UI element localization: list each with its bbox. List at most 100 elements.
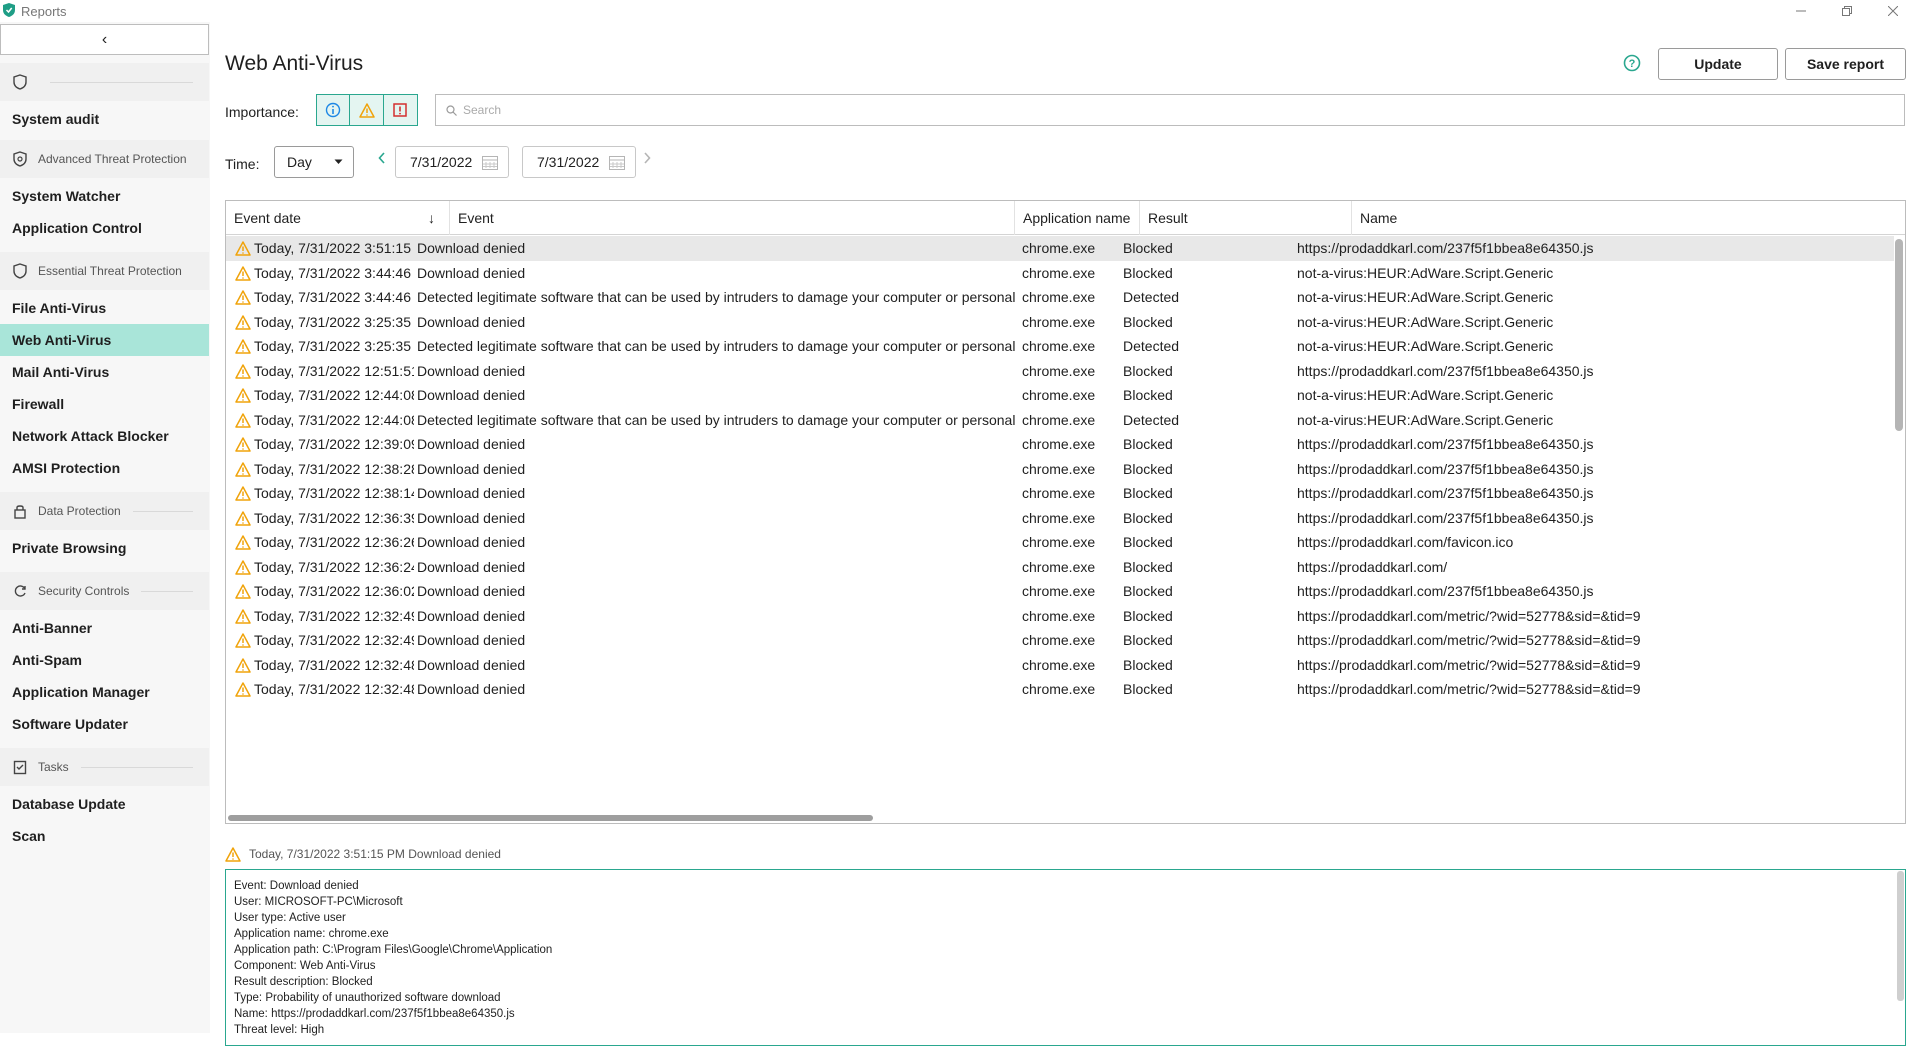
cell-event: Download denied: [417, 656, 526, 673]
sidebar-item-web-anti-virus[interactable]: Web Anti-Virus: [0, 324, 209, 356]
search-input[interactable]: Search: [435, 94, 1905, 126]
column-header-event[interactable]: Event: [450, 201, 1015, 235]
cell-result: Blocked: [1123, 558, 1173, 575]
table-row[interactable]: Today, 7/31/2022 3:25:35 AMDownload deni…: [226, 310, 1894, 335]
sidebar-item-file-anti-virus[interactable]: File Anti-Virus: [0, 292, 209, 324]
main-panel: Web Anti-Virus ? Update Save report Impo…: [210, 22, 1918, 1046]
sidebar-item-application-control[interactable]: Application Control: [0, 212, 209, 244]
cell-result: Blocked: [1123, 485, 1173, 502]
cell-application-name: chrome.exe: [1022, 558, 1096, 575]
cell-application-name: chrome.exe: [1022, 632, 1096, 649]
sidebar-group-label: Security Controls: [38, 584, 130, 598]
chevron-down-icon: [334, 159, 343, 164]
sidebar-item-firewall[interactable]: Firewall: [0, 388, 209, 420]
table-row[interactable]: Today, 7/31/2022 12:36:26 AMDownload den…: [226, 530, 1894, 555]
warning-icon: [235, 584, 251, 599]
vertical-scrollbar[interactable]: [1895, 239, 1903, 431]
sidebar-group-label: Tasks: [38, 760, 69, 774]
table-row[interactable]: Today, 7/31/2022 12:44:08 AMDownload den…: [226, 383, 1894, 408]
horizontal-scrollbar[interactable]: [228, 815, 873, 821]
sidebar-item-scan[interactable]: Scan: [0, 820, 209, 852]
table-row[interactable]: Today, 7/31/2022 12:36:39 AMDownload den…: [226, 506, 1894, 531]
table-row[interactable]: Today, 7/31/2022 12:44:08 AMDetected leg…: [226, 408, 1894, 433]
table-row[interactable]: Today, 7/31/2022 12:32:49 AMDownload den…: [226, 628, 1894, 653]
detail-line: Name: https://prodaddkarl.com/237f5f1bbe…: [234, 1008, 515, 1020]
table-row[interactable]: Today, 7/31/2022 12:36:02 AMDownload den…: [226, 579, 1894, 604]
cell-name: https://prodaddkarl.com/237f5f1bbea8e643…: [1297, 436, 1594, 453]
sidebar-item-amsi-protection[interactable]: AMSI Protection: [0, 452, 209, 484]
warning-icon: [358, 102, 375, 118]
update-button[interactable]: Update: [1658, 48, 1778, 80]
table-row[interactable]: Today, 7/31/2022 3:44:46 PMDownload deni…: [226, 261, 1894, 286]
table-row[interactable]: Today, 7/31/2022 3:25:35 AMDetected legi…: [226, 334, 1894, 359]
table-row[interactable]: Today, 7/31/2022 12:32:49 AMDownload den…: [226, 604, 1894, 629]
table-row[interactable]: Today, 7/31/2022 12:32:48 AMDownload den…: [226, 677, 1894, 702]
sidebar: ‹ System audit Advanced Threat Protectio…: [0, 22, 210, 1033]
help-icon[interactable]: ?: [1623, 54, 1641, 72]
column-header-name[interactable]: Name: [1352, 201, 1905, 235]
sidebar-item-anti-spam[interactable]: Anti-Spam: [0, 644, 209, 676]
back-button[interactable]: ‹: [0, 24, 209, 55]
cell-event: Download denied: [417, 534, 526, 551]
importance-info-toggle[interactable]: [317, 95, 351, 125]
sidebar-item-anti-banner[interactable]: Anti-Banner: [0, 612, 209, 644]
date-to-value: 7/31/2022: [537, 154, 600, 170]
cell-event-date: Today, 7/31/2022 3:25:35 AM: [254, 313, 414, 330]
table-row[interactable]: Today, 7/31/2022 12:51:51 AMDownload den…: [226, 359, 1894, 384]
close-button[interactable]: [1870, 0, 1916, 22]
sidebar-item-network-attack-blocker[interactable]: Network Attack Blocker: [0, 420, 209, 452]
cell-event-date: Today, 7/31/2022 12:32:49 AM: [254, 607, 414, 624]
table-row[interactable]: Today, 7/31/2022 12:39:09 AMDownload den…: [226, 432, 1894, 457]
cell-name: https://prodaddkarl.com/metric/?wid=5277…: [1297, 632, 1641, 649]
cell-name: not-a-virus:HEUR:AdWare.Script.Generic: [1297, 289, 1554, 306]
detail-scrollbar[interactable]: [1897, 871, 1904, 1001]
cell-name: https://prodaddkarl.com/metric/?wid=5277…: [1297, 607, 1641, 624]
table-row[interactable]: Today, 7/31/2022 12:38:28 AMDownload den…: [226, 457, 1894, 482]
importance-label: Importance:: [225, 104, 299, 120]
sidebar-item-software-updater[interactable]: Software Updater: [0, 708, 209, 740]
page-title: Web Anti-Virus: [225, 52, 364, 75]
table-row[interactable]: Today, 7/31/2022 12:32:48 AMDownload den…: [226, 653, 1894, 678]
sidebar-item-mail-anti-virus[interactable]: Mail Anti-Virus: [0, 356, 209, 388]
warning-icon: [235, 535, 251, 550]
column-header-event-date[interactable]: Event date ↓: [226, 201, 450, 235]
detail-line: User type: Active user: [234, 912, 346, 924]
date-from-picker[interactable]: 7/31/2022: [395, 146, 509, 178]
restore-button[interactable]: [1824, 0, 1870, 22]
table-row[interactable]: Today, 7/31/2022 3:51:15 PMDownload deni…: [226, 236, 1894, 261]
next-date-button[interactable]: [643, 151, 651, 169]
previous-date-button[interactable]: [378, 151, 386, 169]
cell-event: Download denied: [417, 509, 526, 526]
importance-critical-toggle[interactable]: [383, 95, 417, 125]
detail-line: User: MICROSOFT-PC\Microsoft: [234, 896, 403, 908]
cell-application-name: chrome.exe: [1022, 264, 1096, 281]
sidebar-item-database-update[interactable]: Database Update: [0, 788, 209, 820]
table-row[interactable]: Today, 7/31/2022 12:38:14 AMDownload den…: [226, 481, 1894, 506]
table-row[interactable]: Today, 7/31/2022 12:36:24 AMDownload den…: [226, 555, 1894, 580]
cell-application-name: chrome.exe: [1022, 460, 1096, 477]
date-to-picker[interactable]: 7/31/2022: [522, 146, 636, 178]
sidebar-item-system-audit[interactable]: System audit: [0, 103, 209, 135]
cell-event-date: Today, 7/31/2022 12:39:09 AM: [254, 436, 414, 453]
column-label: Event date: [234, 210, 301, 226]
cell-application-name: chrome.exe: [1022, 240, 1096, 257]
cell-result: Blocked: [1123, 240, 1173, 257]
sidebar-item-application-manager[interactable]: Application Manager: [0, 676, 209, 708]
sidebar-group-essential-threat-protection: Essential Threat Protection: [0, 252, 209, 290]
column-header-result[interactable]: Result: [1140, 201, 1352, 235]
cell-name: https://prodaddkarl.com/237f5f1bbea8e643…: [1297, 362, 1594, 379]
table-row[interactable]: Today, 7/31/2022 3:44:46 PMDetected legi…: [226, 285, 1894, 310]
cell-application-name: chrome.exe: [1022, 387, 1096, 404]
event-details-textarea[interactable]: Event: Download denied User: MICROSOFT-PC…: [225, 869, 1906, 1046]
sidebar-item-system-watcher[interactable]: System Watcher: [0, 180, 209, 212]
period-select[interactable]: Day: [274, 146, 354, 178]
save-report-button[interactable]: Save report: [1785, 48, 1906, 80]
detail-summary-text: Today, 7/31/2022 3:51:15 PM Download den…: [249, 847, 501, 861]
column-header-application-name[interactable]: Application name: [1015, 201, 1140, 235]
minimize-button[interactable]: [1778, 0, 1824, 22]
divider: [80, 766, 193, 768]
importance-warning-toggle[interactable]: [350, 95, 384, 125]
warning-icon: [235, 682, 251, 697]
sidebar-group-data-protection: Data Protection: [0, 492, 209, 530]
sidebar-item-private-browsing[interactable]: Private Browsing: [0, 532, 209, 564]
